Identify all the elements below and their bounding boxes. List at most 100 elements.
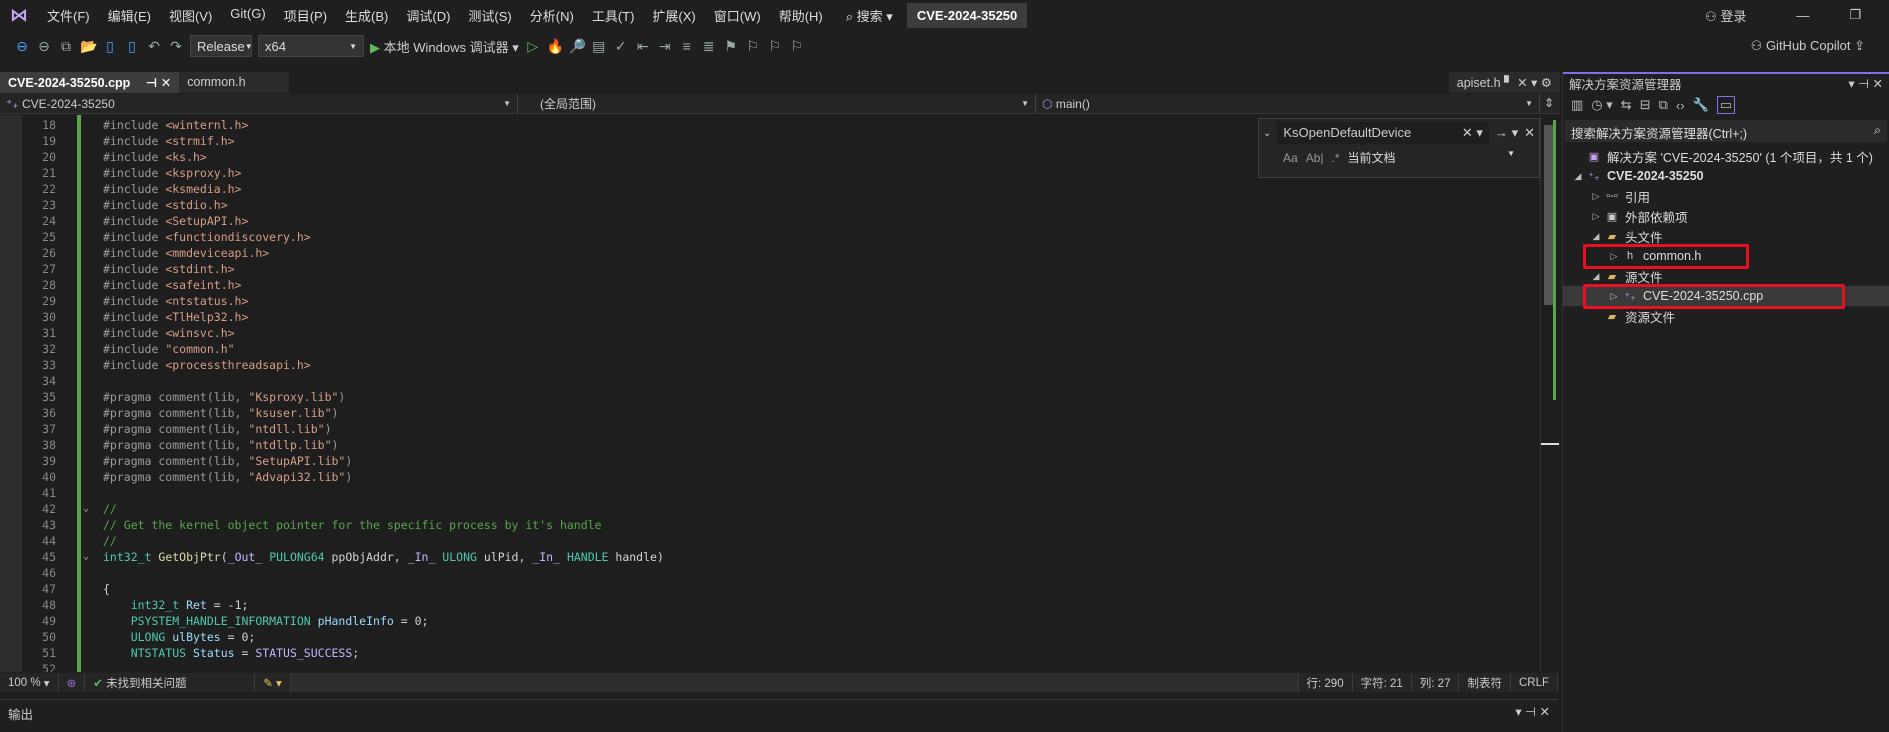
properties-icon[interactable]: 🔧 — [1693, 97, 1709, 113]
login-button[interactable]: ⚇ 登录 — [1705, 6, 1746, 25]
code-line[interactable]: 51 NTSTATUS Status = STATUS_SUCCESS; — [0, 645, 1540, 661]
expand-arrow-icon[interactable]: ◢ — [1571, 171, 1585, 182]
match-case-icon[interactable]: Aa — [1283, 151, 1298, 165]
code-line[interactable]: 40 #pragma comment(lib, "Advapi32.lib") — [0, 469, 1540, 485]
tab-common-h[interactable]: common.h — [179, 72, 290, 93]
tree-item[interactable]: ◢ ⁺₊ CVE-2024-35250 — [1563, 166, 1889, 186]
code-line[interactable]: 41 — [0, 485, 1540, 501]
switch-views-icon[interactable]: ▥ — [1571, 97, 1583, 113]
platform-select[interactable]: x64 ▼ — [258, 35, 364, 57]
menu-item[interactable]: 生成(B) — [336, 6, 397, 25]
next-bookmark-icon[interactable]: ⚐ — [767, 38, 783, 55]
open-folder-icon[interactable]: 📂 — [80, 38, 97, 55]
vertical-scrollbar[interactable] — [1540, 115, 1559, 672]
member-dropdown[interactable]: ⬡ main() ▼ — [1036, 94, 1540, 113]
clear-search-icon[interactable]: ✕ ▾ — [1462, 125, 1483, 141]
code-line[interactable]: 30 #include <TlHelp32.h> — [0, 309, 1540, 325]
expand-arrow-icon[interactable]: ▷ — [1589, 211, 1603, 222]
menu-item[interactable]: 视图(V) — [160, 6, 221, 25]
code-line[interactable]: 38 #pragma comment(lib, "ntdllp.lib") — [0, 437, 1540, 453]
solution-search-input[interactable]: 搜索解决方案资源管理器(Ctrl+;) ⌕ — [1565, 120, 1887, 142]
scope-dropdown[interactable]: (全局范围) ▼ — [518, 94, 1036, 113]
restore-button[interactable]: ❐ — [1849, 7, 1861, 23]
code-line[interactable]: 25 #include <functiondiscovery.h> — [0, 229, 1540, 245]
pane-controls[interactable]: ▾ ⊣ ✕ — [1848, 76, 1883, 91]
column-indicator[interactable]: 列: 27 — [1412, 673, 1460, 692]
minimize-button[interactable]: — — [1796, 8, 1809, 23]
menu-item[interactable]: Git(G) — [221, 6, 274, 25]
regex-icon[interactable]: .* — [1331, 151, 1339, 165]
bookmark-icon[interactable]: ⚑ — [723, 38, 739, 55]
code-line[interactable]: 27 #include <stdint.h> — [0, 261, 1540, 277]
copilot-status-icon[interactable]: ⊛ — [59, 673, 86, 692]
tree-item[interactable]: ◢ ▰ 头文件 — [1563, 226, 1889, 246]
code-line[interactable]: 24 #include <SetupAPI.h> — [0, 213, 1540, 229]
code-line[interactable]: 50 ULONG ulBytes = 0; — [0, 629, 1540, 645]
comment-icon[interactable]: ≡ — [679, 38, 695, 54]
whole-word-icon[interactable]: Ab| — [1306, 151, 1324, 165]
code-line[interactable]: 32 #include "common.h" — [0, 341, 1540, 357]
find-next-icon[interactable]: → ▾ — [1495, 125, 1518, 141]
search-button[interactable]: ⌕ 搜索 ▾ — [846, 6, 893, 25]
code-line[interactable]: 37 #pragma comment(lib, "ntdll.lib") — [0, 421, 1540, 437]
code-line[interactable]: 44 // — [0, 533, 1540, 549]
split-icon[interactable]: ⇕ — [1540, 94, 1558, 113]
menu-item[interactable]: 文件(F) — [38, 6, 99, 25]
expand-arrow-icon[interactable]: ◢ — [1589, 231, 1603, 242]
issues-indicator[interactable]: ✔ 未找到相关问题 — [85, 673, 256, 692]
menu-item[interactable]: 测试(S) — [459, 6, 520, 25]
find-input[interactable]: KsOpenDefaultDevice ✕ ▾ — [1277, 122, 1489, 144]
tab-cve-cpp[interactable]: CVE-2024-35250.cpp ⊣ ✕ — [0, 72, 180, 93]
code-line[interactable]: 36 #pragma comment(lib, "ksuser.lib") — [0, 405, 1540, 421]
code-line[interactable]: 29 #include <ntstatus.h> — [0, 293, 1540, 309]
code-cleanup-icon[interactable]: ✎ ▾ — [255, 673, 291, 692]
menu-item[interactable]: 帮助(H) — [770, 6, 832, 25]
close-icon[interactable]: ✕ — [161, 76, 171, 90]
back-icon[interactable]: ⊖ — [14, 38, 30, 55]
find-in-files-icon[interactable]: 🔎 — [569, 38, 586, 55]
menu-item[interactable]: 项目(P) — [275, 6, 336, 25]
horizontal-scrollbar[interactable] — [290, 673, 1299, 692]
code-line[interactable]: 52 — [0, 661, 1540, 672]
menu-item[interactable]: 工具(T) — [583, 6, 644, 25]
window-layout-icon[interactable]: ▤ — [591, 38, 607, 55]
tree-item[interactable]: ▷ ▣ 外部依赖项 — [1563, 206, 1889, 226]
undo-icon[interactable]: ↶ — [146, 38, 162, 55]
expand-replace-icon[interactable]: ⌄ — [1263, 128, 1271, 139]
code-line[interactable]: 28 #include <safeint.h> — [0, 277, 1540, 293]
show-all-files-icon[interactable]: ⧉ — [1659, 97, 1668, 113]
line-ending-indicator[interactable]: CRLF — [1511, 673, 1558, 692]
fold-toggle-icon[interactable]: ⌄ — [83, 549, 89, 565]
code-line[interactable]: 45 ⌄ int32_t GetObjPtr(_Out_ PULONG64 ppOb… — [0, 549, 1540, 565]
expand-arrow-icon[interactable]: ▷ — [1589, 191, 1603, 202]
menu-item[interactable]: 分析(N) — [521, 6, 583, 25]
copilot-button[interactable]: ⚇ GitHub Copilot ⇪ — [1751, 38, 1865, 54]
uncomment-icon[interactable]: ≣ — [701, 38, 717, 55]
code-line[interactable]: 42 ⌄ // — [0, 501, 1540, 517]
find-scope-dropdown[interactable]: 当前文档 ▼ — [1348, 149, 1516, 166]
code-line[interactable]: 26 #include <mmdeviceapi.h> — [0, 245, 1540, 261]
code-line[interactable]: 43 // Get the kernel object pointer for t… — [0, 517, 1540, 533]
close-find-icon[interactable]: ✕ — [1524, 125, 1535, 141]
spell-check-icon[interactable]: ✓ — [613, 38, 629, 55]
tree-item[interactable]: ◢ ▰ 源文件 — [1563, 266, 1889, 286]
start-without-debug-icon[interactable]: ▷ — [525, 38, 541, 55]
tree-item[interactable]: ▰ 资源文件 — [1563, 306, 1889, 326]
clear-bookmarks-icon[interactable]: ⚐ — [789, 38, 805, 55]
code-line[interactable]: 35 #pragma comment(lib, "Ksproxy.lib") — [0, 389, 1540, 405]
sync-icon[interactable]: ⇆ — [1621, 97, 1632, 113]
line-indicator[interactable]: 行: 290 — [1299, 673, 1353, 692]
menu-item[interactable]: 窗口(W) — [705, 6, 770, 25]
code-view-icon[interactable]: ‹› — [1676, 98, 1685, 113]
forward-icon[interactable]: ⊖ — [36, 38, 52, 55]
fold-toggle-icon[interactable]: ⌄ — [83, 501, 89, 517]
tree-item[interactable]: ▣ 解决方案 'CVE-2024-35250' (1 个项目，共 1 个) — [1563, 146, 1889, 166]
project-dropdown[interactable]: ⁺₊ CVE-2024-35250 ▼ — [0, 94, 518, 113]
prev-bookmark-icon[interactable]: ⚐ — [745, 38, 761, 55]
output-window-controls[interactable]: ▾ ⊣ ✕ — [1515, 704, 1550, 723]
code-line[interactable]: 31 #include <winsvc.h> — [0, 325, 1540, 341]
configuration-select[interactable]: Release ▼ — [190, 35, 253, 57]
tree-item[interactable]: ▷ ▫-▫ 引用 — [1563, 186, 1889, 206]
save-icon[interactable]: ▯ — [102, 38, 118, 55]
start-debug-button[interactable]: ▶ 本地 Windows 调试器 ▾ — [370, 37, 519, 56]
